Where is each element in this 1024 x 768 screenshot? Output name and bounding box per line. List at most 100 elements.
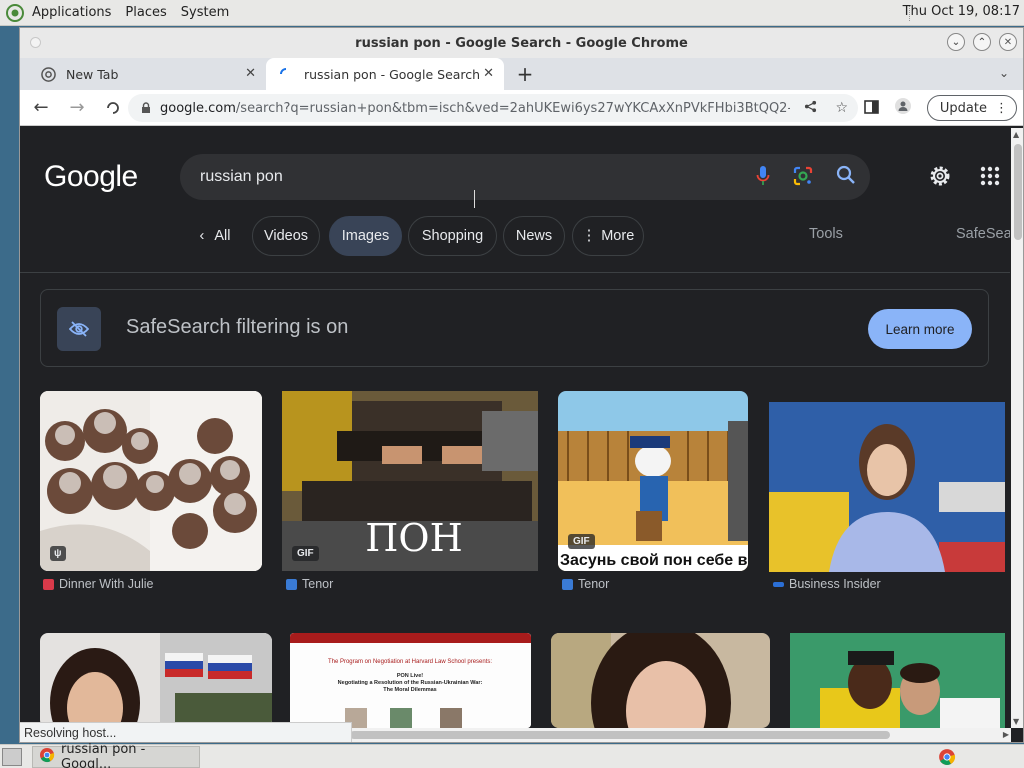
gif-caption: Засунь свой пон себе в	[560, 552, 748, 569]
image-result[interactable]	[551, 633, 770, 728]
horizontal-scroll-thumb[interactable]	[350, 731, 890, 739]
close-tab-icon[interactable]: ✕	[483, 66, 494, 81]
distro-logo-icon[interactable]	[4, 2, 26, 24]
doc-line-1: The Program on Negotiation at Harvard La…	[328, 659, 492, 665]
tab-search-chevron-icon[interactable]: ⌄	[999, 66, 1009, 80]
google-logo[interactable]: Google	[44, 160, 138, 194]
menu-places[interactable]: Places	[125, 5, 166, 20]
result-source[interactable]: Tenor	[286, 577, 333, 591]
show-desktop-icon[interactable]	[2, 748, 22, 766]
tab-google-search[interactable]: russian pon - Google Search ✕	[266, 58, 504, 90]
desktop-taskbar: russian pon - Googl...	[0, 742, 1024, 768]
result-source[interactable]: Business Insider	[773, 577, 881, 591]
forward-arrow-icon[interactable]: →	[62, 93, 92, 123]
panel-clock[interactable]: Thu Oct 19, 08:17	[903, 4, 1020, 19]
menu-system[interactable]: System	[181, 5, 229, 20]
desktop-top-panel: Applications Places System Thu Oct 19, 0…	[0, 0, 1024, 26]
microphone-icon[interactable]	[756, 165, 770, 191]
doc-line-3: Negotiating a Resolution of the Russian-…	[338, 680, 483, 686]
restaurant-badge-icon: ψ	[50, 546, 66, 561]
tools-button[interactable]: Tools	[809, 226, 843, 242]
horizontal-scrollbar[interactable]: ▶	[350, 728, 1011, 742]
chevron-left-icon: ‹	[199, 228, 205, 244]
result-source[interactable]: Tenor	[562, 577, 609, 591]
google-lens-icon[interactable]	[792, 165, 814, 191]
scroll-up-arrow-icon[interactable]: ▲	[1013, 130, 1019, 139]
business-insider-favicon-icon	[773, 581, 784, 587]
minimize-icon[interactable]: ⌄	[947, 33, 965, 51]
google-apps-grid-icon[interactable]	[980, 166, 1000, 190]
tray-chrome-icon[interactable]	[938, 748, 956, 768]
image-result[interactable]: ПОН GIF Tenor	[282, 391, 538, 601]
image-result[interactable]: ψ Dinner With Julie	[40, 391, 262, 601]
back-arrow-icon[interactable]: ←	[26, 93, 56, 123]
image-result[interactable]: Business Insider	[769, 391, 1005, 601]
gif-badge: GIF	[292, 546, 319, 561]
site-favicon-icon	[43, 578, 54, 590]
scroll-down-arrow-icon[interactable]: ▼	[1013, 717, 1019, 726]
settings-gear-icon[interactable]	[928, 164, 952, 192]
taskbar-window-button[interactable]: russian pon - Googl...	[32, 742, 200, 768]
search-icon[interactable]	[836, 165, 856, 191]
chip-more[interactable]: ⋮ More	[572, 216, 644, 256]
result-thumbnail[interactable]	[40, 633, 272, 728]
menu-applications[interactable]: Applications	[32, 5, 111, 20]
close-window-icon[interactable]: ✕	[999, 33, 1017, 51]
result-source[interactable]: Dinner With Julie	[43, 577, 153, 591]
tenor-favicon-icon	[286, 578, 297, 590]
tab-strip: New Tab ✕ russian pon - Google Search ✕ …	[20, 58, 1023, 90]
learn-more-button[interactable]: Learn more	[868, 309, 972, 349]
search-box[interactable]	[180, 154, 870, 208]
result-thumbnail[interactable]: ψ	[40, 391, 262, 571]
result-thumbnail[interactable]: Засунь свой пон себе в GIF	[558, 391, 748, 571]
kebab-menu-icon: ⋮	[995, 100, 1008, 116]
maximize-icon[interactable]: ⌃	[973, 33, 991, 51]
chip-images[interactable]: Images	[329, 216, 402, 256]
image-result[interactable]: The Program on Negotiation at Harvard La…	[290, 633, 531, 728]
result-thumbnail[interactable]: ПОН GIF	[282, 391, 538, 571]
header-divider	[20, 272, 1010, 273]
window-titlebar[interactable]: russian pon - Google Search - Google Chr…	[20, 28, 1023, 58]
share-icon[interactable]	[804, 100, 817, 117]
new-tab-button[interactable]: +	[510, 58, 540, 90]
bookmark-star-icon[interactable]: ☆	[835, 100, 848, 117]
address-bar[interactable]: google.com/search?q=russian+pon&tbm=isch…	[128, 94, 858, 122]
tab-label: New Tab	[66, 66, 119, 82]
chrome-window: russian pon - Google Search - Google Chr…	[19, 27, 1024, 743]
safesearch-button[interactable]: SafeSear	[956, 226, 1010, 242]
profile-avatar-icon[interactable]	[894, 98, 911, 118]
chip-all[interactable]: ‹ All	[190, 216, 240, 256]
google-header: Google russian pon ‹ All Videos Images S…	[20, 128, 1010, 273]
chip-shopping[interactable]: Shopping	[408, 216, 497, 256]
stop-loading-icon[interactable]	[98, 93, 128, 123]
side-panel-icon[interactable]	[864, 99, 879, 118]
chip-news[interactable]: News	[503, 216, 565, 256]
result-thumbnail[interactable]: The Program on Negotiation at Harvard La…	[290, 633, 531, 728]
update-button[interactable]: Update ⋮	[926, 95, 1017, 121]
result-thumbnail[interactable]	[790, 633, 1005, 728]
eye-off-icon	[57, 307, 101, 351]
more-vert-icon: ⋮	[581, 228, 597, 244]
site-info-icon[interactable]	[140, 102, 152, 114]
image-result[interactable]	[40, 633, 272, 728]
status-bubble: Resolving host...	[20, 722, 352, 742]
close-tab-icon[interactable]: ✕	[245, 66, 256, 81]
result-thumbnail[interactable]	[769, 402, 1005, 572]
chip-videos[interactable]: Videos	[252, 216, 320, 256]
text-cursor	[474, 190, 482, 208]
vertical-scrollbar[interactable]: ▲ ▼	[1011, 128, 1023, 728]
tab-new-tab[interactable]: New Tab ✕	[20, 58, 266, 90]
window-menu-icon[interactable]	[30, 37, 41, 48]
scroll-right-arrow-icon[interactable]: ▶	[1003, 730, 1009, 739]
chrome-icon	[39, 747, 55, 767]
image-result[interactable]	[790, 633, 1005, 728]
browser-toolbar: ← → google.com/search?q=russian+pon&tbm=…	[20, 90, 1023, 126]
page-content: Google russian pon ‹ All Videos Images S…	[20, 128, 1010, 728]
result-thumbnail[interactable]	[551, 633, 770, 728]
loading-spinner-icon	[278, 66, 294, 82]
vertical-scroll-thumb[interactable]	[1014, 144, 1022, 240]
url-text[interactable]: google.com/search?q=russian+pon&tbm=isch…	[160, 101, 790, 116]
tenor-favicon-icon	[562, 578, 573, 590]
image-result[interactable]: Засунь свой пон себе в GIF Tenor	[558, 391, 748, 601]
search-input[interactable]	[200, 168, 720, 186]
